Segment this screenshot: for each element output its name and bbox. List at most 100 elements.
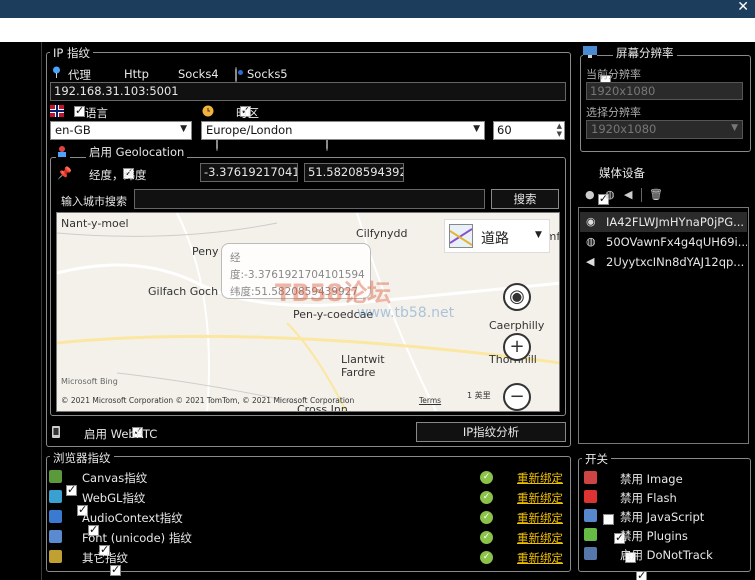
fingerprint-label: AudioContext指纹 xyxy=(82,511,183,525)
canvas-icon xyxy=(49,470,62,483)
fingerprint-label: WebGL指纹 xyxy=(82,491,146,505)
ip-analysis-button[interactable]: IP指纹分析 xyxy=(416,422,566,442)
title-bar xyxy=(0,0,755,18)
rebind-link[interactable]: 重新绑定 xyxy=(517,470,563,486)
fingerprint-label: Canvas指纹 xyxy=(82,471,148,485)
timezone-value: Europe/London xyxy=(206,123,293,137)
location-pin-icon xyxy=(52,66,61,78)
left-column xyxy=(0,42,42,580)
timezone-offset-stepper[interactable]: 60 ▲ ▼ xyxy=(493,121,565,140)
zoom-in-icon[interactable]: + xyxy=(503,333,531,361)
switch-label: 禁用 Flash xyxy=(620,491,677,505)
speaker-icon[interactable]: ◀ xyxy=(624,188,632,201)
check-circle-icon: ✓ xyxy=(480,471,493,484)
switches-title: 开关 xyxy=(582,451,611,467)
check-circle-icon: ✓ xyxy=(480,511,493,524)
language-value: en-GB xyxy=(55,123,91,137)
latitude-input[interactable]: 51.58208594392 xyxy=(304,163,404,182)
chevron-down-icon: ▼ xyxy=(473,124,480,134)
switch-checkbox[interactable] xyxy=(636,569,647,580)
chevron-down-icon: ▼ xyxy=(180,124,187,134)
list-item[interactable]: ◍ 50OVawnFx4g4qUH69i... xyxy=(580,232,747,252)
timezone-label: 时区 xyxy=(236,106,259,120)
zoom-out-icon[interactable]: − xyxy=(503,383,531,411)
monitor-icon xyxy=(583,46,597,58)
microphone-icon: ◍ xyxy=(586,235,596,248)
check-circle-icon: ✓ xyxy=(480,551,493,564)
media-device-name: 50OVawnFx4g4qUH69i... xyxy=(606,235,747,249)
top-strip xyxy=(0,18,755,42)
rebind-link[interactable]: 重新绑定 xyxy=(517,530,563,546)
road-button-label: 道路 xyxy=(481,231,509,247)
phone-icon xyxy=(51,426,61,438)
proxy-socks5-radio[interactable] xyxy=(235,67,237,83)
search-button[interactable]: 搜索 xyxy=(491,189,559,209)
ip-group-title: IP 指纹 xyxy=(50,45,93,61)
list-item[interactable]: ◀ 2UyytxcINn8dYAJ12qp... xyxy=(580,252,747,272)
speaker-icon: ◀ xyxy=(586,255,595,268)
map-copyright: © 2021 Microsoft Corporation © 2021 TomT… xyxy=(61,396,355,405)
latlng-label: 经度，纬度 xyxy=(89,168,147,182)
media-device-list[interactable]: ◉ IA42FLWJmHYnaP0jPG... ◍ 50OVawnFx4g4qU… xyxy=(578,207,749,444)
audio-icon xyxy=(49,510,62,523)
check-circle-icon: ✓ xyxy=(480,531,493,544)
bing-logo: Microsoft Bing xyxy=(61,377,118,386)
language-select[interactable]: en-GB ▼ xyxy=(50,121,192,140)
webrtc-label: 启用 WebRTC xyxy=(84,427,158,441)
rebind-link[interactable]: 重新绑定 xyxy=(517,510,563,526)
microphone-icon[interactable]: ◍ xyxy=(605,188,615,201)
other-icon xyxy=(49,550,62,563)
fingerprint-checkbox[interactable] xyxy=(66,483,77,496)
media-device-name: 2UyytxcINn8dYAJ12qp... xyxy=(606,255,745,269)
resolution-title: 屏幕分辨率 xyxy=(613,45,677,61)
chevron-down-icon: ▼ xyxy=(731,123,738,133)
flag-icon xyxy=(50,105,64,117)
plugin-icon xyxy=(584,528,597,541)
stepper-arrows-icon[interactable]: ▲ ▼ xyxy=(557,122,562,138)
language-label: 语言 xyxy=(85,106,108,120)
donottrack-icon xyxy=(584,547,597,560)
watermark: TB58论坛 xyxy=(275,279,392,307)
map-style-control[interactable]: 道路 ▼ xyxy=(444,219,550,253)
chevron-down-icon: ▼ xyxy=(535,230,542,240)
trash-icon[interactable]: 🗑 xyxy=(649,188,663,201)
media-title: 媒体设备 xyxy=(599,166,645,180)
timezone-select[interactable]: Europe/London ▼ xyxy=(201,121,485,140)
proxy-socks5-label: Socks5 xyxy=(247,67,288,81)
map-place-label: Cilfynydd xyxy=(356,227,408,240)
timezone-offset-value: 60 xyxy=(497,123,512,137)
javascript-icon xyxy=(584,509,597,522)
watermark-url: www.tb58.net xyxy=(357,305,455,321)
check-circle-icon: ✓ xyxy=(480,491,493,504)
switch-checkbox[interactable] xyxy=(603,514,614,525)
city-search-label: 输入城市搜索 xyxy=(61,195,127,208)
map-scale: 1 英里 xyxy=(467,391,491,400)
locate-me-icon[interactable]: ◉ xyxy=(503,283,531,311)
pushpin-icon: 📌 xyxy=(57,166,72,180)
map-terms-link[interactable]: Terms xyxy=(419,396,441,405)
rebind-link[interactable]: 重新绑定 xyxy=(517,490,563,506)
camera-icon[interactable]: ● xyxy=(585,188,595,201)
rebind-link[interactable]: 重新绑定 xyxy=(517,550,563,566)
map-view[interactable]: Nant-y-moel Peny Cilfynydd Cwmf Gilfach … xyxy=(56,212,560,412)
geolocation-label: 启用 Geolocation xyxy=(86,144,188,160)
map-place-label: Peny xyxy=(192,245,219,258)
browser-fp-title: 浏览器指纹 xyxy=(50,450,114,466)
font-icon xyxy=(49,530,62,543)
city-search-input[interactable] xyxy=(134,189,485,209)
media-device-name: IA42FLWJmHYnaP0jPG... xyxy=(606,215,745,229)
proxy-http-label: Http xyxy=(124,67,149,81)
fingerprint-checkbox[interactable] xyxy=(110,563,121,576)
media-toolbar: ● ◍ ◀ 🗑 xyxy=(578,186,749,206)
close-icon[interactable]: ✕ xyxy=(737,0,749,15)
fingerprint-label: 其它指纹 xyxy=(82,551,128,565)
resolution-select[interactable]: 1920x1080 ▼ xyxy=(586,120,743,139)
select-resolution-label: 选择分辨率 xyxy=(586,106,641,119)
map-place-label: Llantwit Fardre xyxy=(341,353,385,379)
language-checkbox[interactable] xyxy=(74,104,85,117)
longitude-input[interactable]: -3.37619217041 xyxy=(200,163,298,182)
list-item[interactable]: ◉ IA42FLWJmHYnaP0jPG... xyxy=(580,212,747,232)
current-resolution-field: 1920x1080 xyxy=(586,82,743,100)
proxy-address-input[interactable]: 192.168.31.103:5001 xyxy=(50,82,566,101)
switch-label: 禁用 Plugins xyxy=(620,529,688,543)
